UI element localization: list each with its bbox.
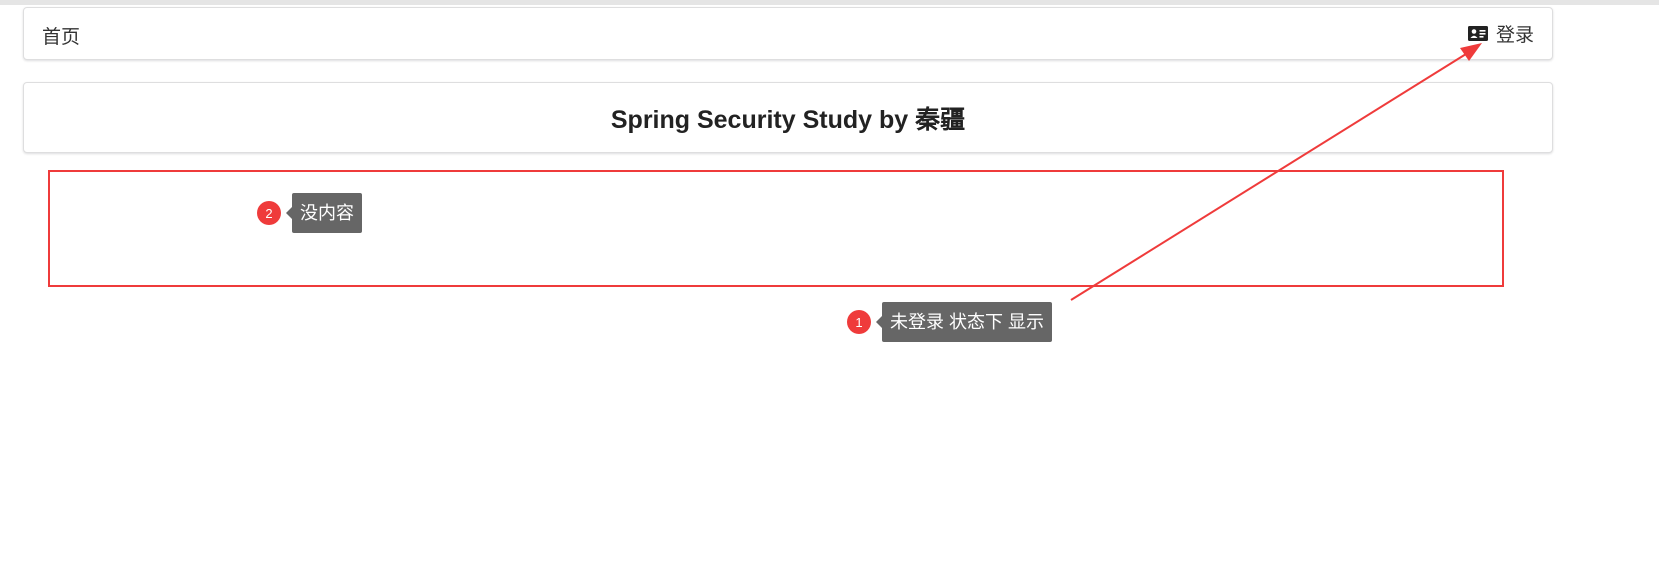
annotation-callout-1: 1 未登录 状态下 显示 [847, 302, 1053, 342]
nav-login-link[interactable]: 登录 [1467, 20, 1534, 47]
nav-home-link[interactable]: 首页 [42, 22, 80, 49]
top-border [0, 0, 1659, 5]
nav-login-label: 登录 [1495, 25, 1534, 46]
top-navbar: 首页 登录 [23, 7, 1553, 60]
annotation-bubble-2: 没内容 [286, 193, 362, 233]
annotation-callout-2: 2 没内容 [257, 193, 362, 233]
annotation-badge-2: 2 [257, 201, 281, 225]
id-card-icon [1467, 26, 1488, 41]
page-title: Spring Security Study by 秦疆 [610, 105, 966, 134]
annotation-badge-1: 1 [847, 310, 871, 334]
annotation-bubble-1: 未登录 状态下 显示 [875, 302, 1053, 342]
title-card: Spring Security Study by 秦疆 [23, 82, 1553, 153]
